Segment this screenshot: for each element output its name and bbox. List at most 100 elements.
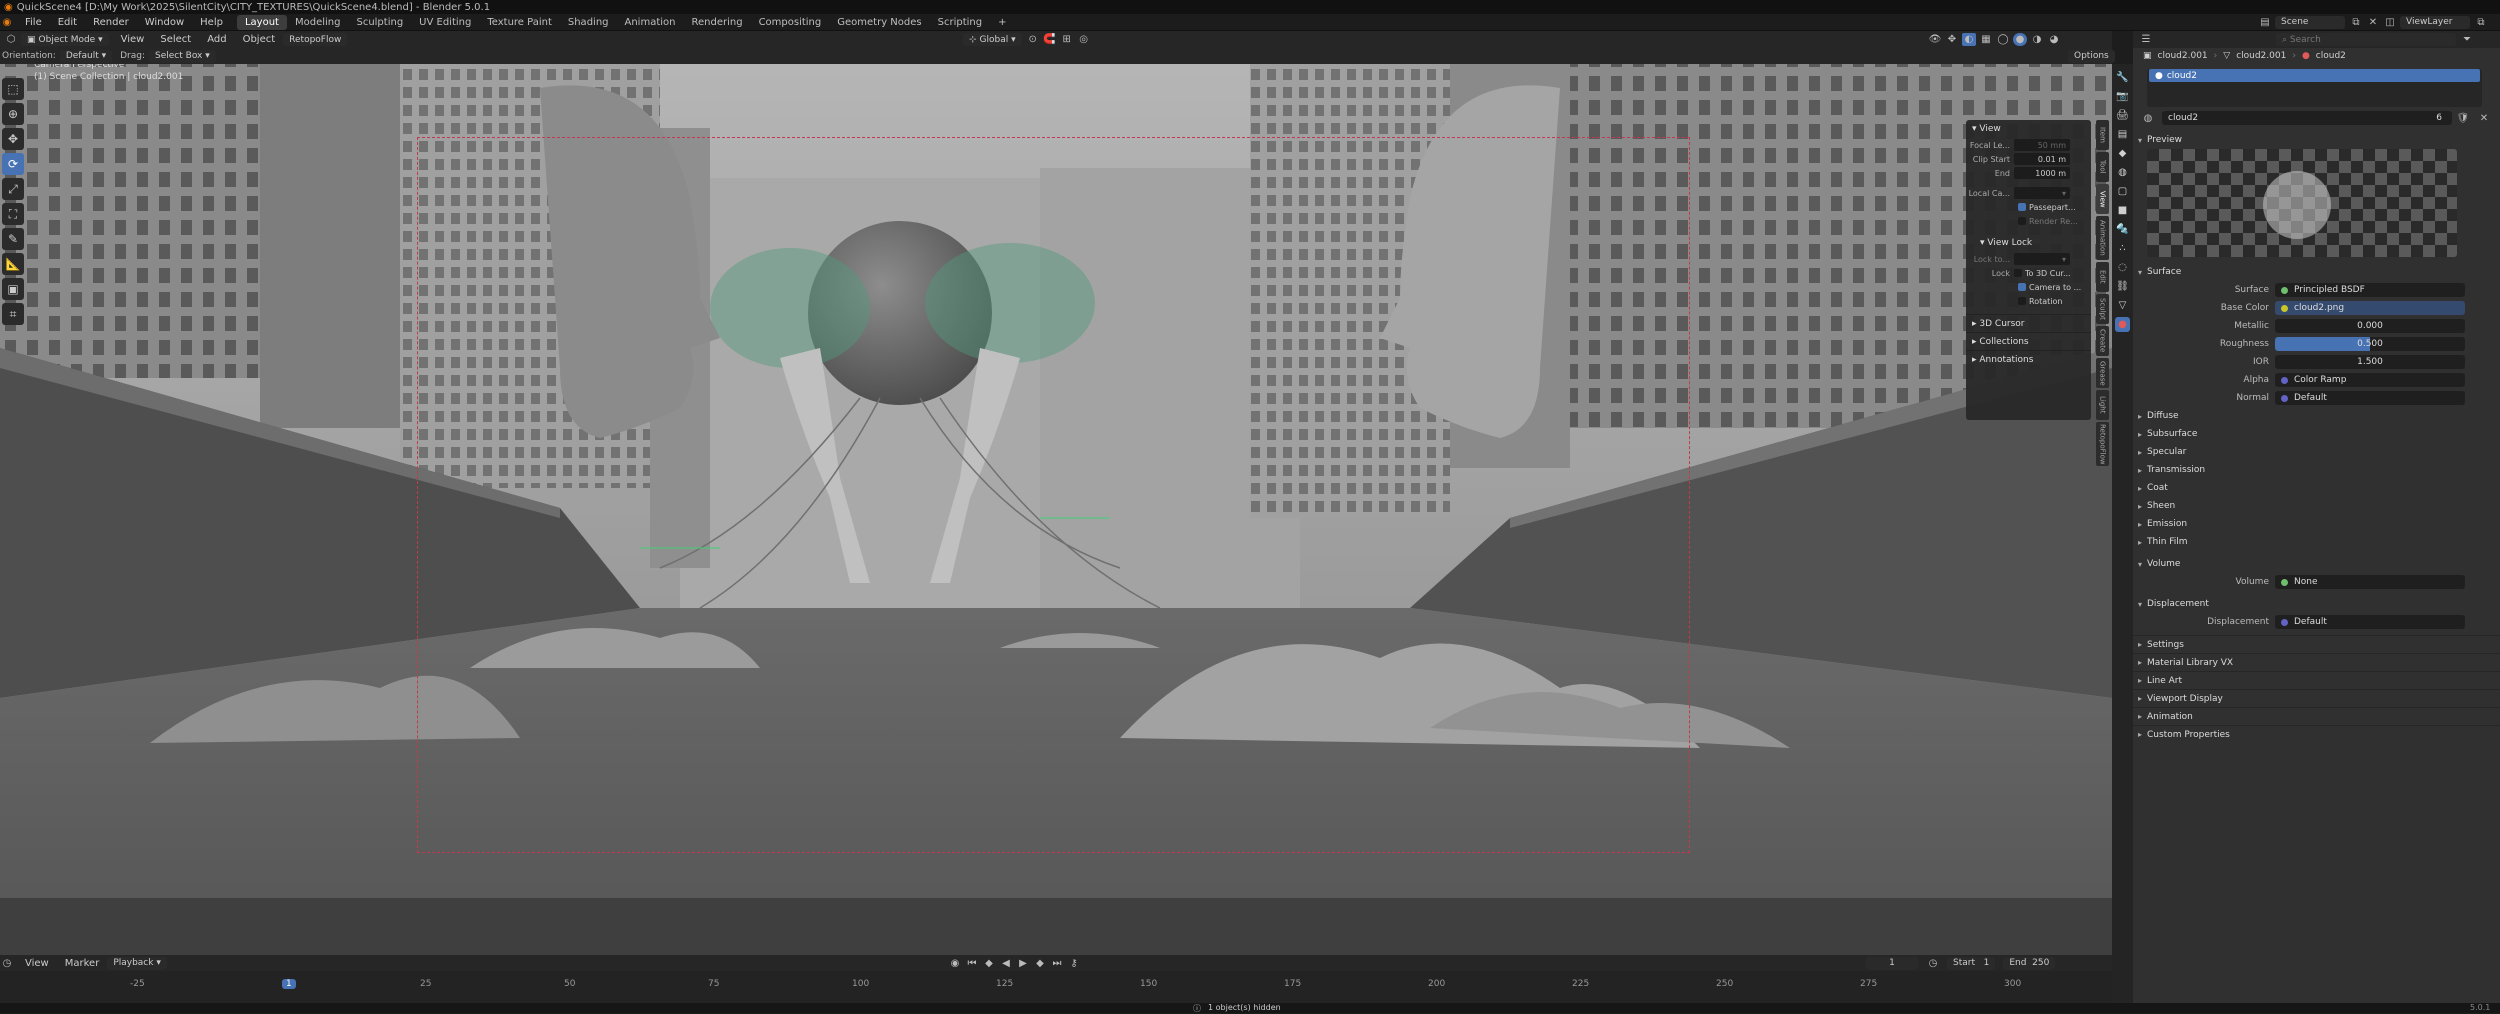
particles-props-icon[interactable]: ∴ <box>2115 241 2130 256</box>
next-keyframe-icon[interactable]: ◆ <box>1033 957 1047 970</box>
sidebar-tab-create[interactable]: Create <box>2096 326 2109 356</box>
sidebar-tab-animation[interactable]: Animation <box>2096 216 2109 260</box>
volume-field[interactable]: None <box>2275 575 2465 589</box>
volume-section[interactable]: Volume <box>2133 555 2500 573</box>
workspace-tab-compositing[interactable]: Compositing <box>751 15 830 30</box>
world-props-icon[interactable]: ◍ <box>2115 165 2130 180</box>
retopo-tool-icon[interactable]: ⌗ <box>2 303 24 325</box>
sidebar-tab-sculpt[interactable]: Sculpt <box>2096 294 2109 324</box>
surface-section[interactable]: Surface <box>2133 263 2500 281</box>
playhead-frame[interactable]: 1 <box>282 979 296 989</box>
new-scene-icon[interactable]: ⧉ <box>2349 16 2363 29</box>
shading-rendered-icon[interactable]: ◕ <box>2047 33 2061 46</box>
keying-set-icon[interactable]: ⚷ <box>1067 957 1081 970</box>
select-tool-icon[interactable]: ⬚ <box>2 78 24 100</box>
np-annotations-header[interactable]: ▸ Annotations <box>1966 350 2091 368</box>
prev-keyframe-icon[interactable]: ◆ <box>982 957 996 970</box>
auto-keying-icon[interactable]: ◉ <box>948 957 962 970</box>
current-frame-field[interactable]: 1 <box>1866 956 1918 970</box>
sidebar-tab-tool[interactable]: Tool <box>2096 152 2109 182</box>
section-settings[interactable]: Settings <box>2133 635 2500 653</box>
subpanel-subsurface[interactable]: Subsurface <box>2133 425 2500 443</box>
menu-window[interactable]: Window <box>137 17 192 28</box>
snap-target-icon[interactable]: ⊞ <box>1060 33 1074 46</box>
collection-props-icon[interactable]: ▢ <box>2115 184 2130 199</box>
constraint-props-icon[interactable]: ⛓ <box>2115 279 2130 294</box>
alpha-field[interactable]: Color Ramp <box>2275 373 2465 387</box>
subpanel-coat[interactable]: Coat <box>2133 479 2500 497</box>
workspace-tab-modeling[interactable]: Modeling <box>287 15 349 30</box>
subpanel-sheen[interactable]: Sheen <box>2133 497 2500 515</box>
fake-user-icon[interactable]: 🛡 <box>2456 112 2470 125</box>
pivot-point-icon[interactable]: ⊙ <box>1026 33 1040 46</box>
timeline-menu-marker[interactable]: Marker <box>57 958 108 969</box>
overlays-icon[interactable]: ◐ <box>1962 33 1976 46</box>
start-frame-field[interactable]: Start 1 <box>1947 956 1996 970</box>
playback-menu[interactable]: Playback ▾ <box>107 956 167 970</box>
workspace-tab-texture-paint[interactable]: Texture Paint <box>479 15 560 30</box>
3d-viewport[interactable]: Camera Perspective (1) Scene Collection … <box>0 48 2112 955</box>
editor-type-icon[interactable]: ☰ <box>2139 33 2153 46</box>
sidebar-tab-view[interactable]: View <box>2096 184 2109 214</box>
shading-material-icon[interactable]: ◑ <box>2030 33 2044 46</box>
section-line-art[interactable]: Line Art <box>2133 671 2500 689</box>
menu-render[interactable]: Render <box>85 17 137 28</box>
delete-scene-icon[interactable]: ✕ <box>2366 16 2380 29</box>
xray-icon[interactable]: ▦ <box>1979 33 1993 46</box>
np-view-header[interactable]: ▾ View <box>1966 120 2091 138</box>
subpanel-specular[interactable]: Specular <box>2133 443 2500 461</box>
subpanel-transmission[interactable]: Transmission <box>2133 461 2500 479</box>
play-reverse-icon[interactable]: ◀ <box>999 957 1013 970</box>
filter-icon[interactable]: ⏷ <box>2460 33 2474 46</box>
roughness-slider[interactable]: 0.500 <box>2275 337 2465 351</box>
workspace-tab-animation[interactable]: Animation <box>617 15 684 30</box>
browse-material-icon[interactable]: ◍ <box>2141 112 2155 125</box>
shading-wireframe-icon[interactable]: ◯ <box>1996 33 2010 46</box>
mode-selector[interactable]: ▣ Object Mode ▾ <box>21 33 109 46</box>
subpanel-diffuse[interactable]: Diffuse <box>2133 407 2500 425</box>
sidebar-tab-light[interactable]: Light <box>2096 390 2109 420</box>
section-material-library-vx[interactable]: Material Library VX <box>2133 653 2500 671</box>
ior-field[interactable]: 1.500 <box>2275 355 2465 369</box>
np-3d-cursor-header[interactable]: ▸ 3D Cursor <box>1966 314 2091 332</box>
add-workspace-icon[interactable]: + <box>990 15 1014 30</box>
displacement-section[interactable]: Displacement <box>2133 595 2500 613</box>
section-custom-properties[interactable]: Custom Properties <box>2133 725 2500 743</box>
options-button[interactable]: Options <box>2068 49 2115 63</box>
preview-range-icon[interactable]: ◷ <box>1926 957 1940 970</box>
unlink-material-icon[interactable]: ✕ <box>2477 112 2491 125</box>
material-slots-list[interactable]: ● cloud2 <box>2147 69 2482 107</box>
menu-file[interactable]: File <box>17 17 50 28</box>
section-viewport-display[interactable]: Viewport Display <box>2133 689 2500 707</box>
material-slot-row[interactable]: ● cloud2 <box>2149 69 2480 82</box>
passepartout-checkbox[interactable] <box>2018 203 2026 211</box>
visibility-icon[interactable]: 👁 <box>1928 33 1942 46</box>
object-props-icon[interactable]: ■ <box>2115 203 2130 218</box>
editor-type-3d-icon[interactable]: ⬡ <box>4 33 18 46</box>
local-camera-field[interactable]: ▾ <box>2014 187 2070 199</box>
outliner-search-field[interactable]: ⌕ Search <box>2276 33 2456 46</box>
normal-field[interactable]: Default <box>2275 391 2465 405</box>
menu-object[interactable]: Object <box>235 34 284 45</box>
surface-shader-field[interactable]: Principled BSDF <box>2275 283 2465 297</box>
menu-select[interactable]: Select <box>152 34 199 45</box>
displacement-field[interactable]: Default <box>2275 615 2465 629</box>
np-view-lock-header[interactable]: ▾ View Lock <box>1966 234 2091 252</box>
jump-end-icon[interactable]: ⏭ <box>1050 957 1064 970</box>
blender-menu-icon[interactable]: ◉ <box>0 16 14 29</box>
menu-help[interactable]: Help <box>192 17 231 28</box>
timeline-editor-icon[interactable]: ◷ <box>0 957 14 970</box>
camera-to-view-checkbox[interactable] <box>2018 283 2026 291</box>
measure-tool-icon[interactable]: 📐 <box>2 253 24 275</box>
tool-props-icon[interactable]: 🔧 <box>2115 70 2130 85</box>
workspace-tab-rendering[interactable]: Rendering <box>683 15 750 30</box>
subpanel-emission[interactable]: Emission <box>2133 515 2500 533</box>
cursor-tool-icon[interactable]: ⊕ <box>2 103 24 125</box>
workspace-tab-shading[interactable]: Shading <box>560 15 617 30</box>
transform-tool-icon[interactable]: ⛶ <box>2 203 24 225</box>
sidebar-tab-item[interactable]: Item <box>2096 120 2109 150</box>
metallic-field[interactable]: 0.000 <box>2275 319 2465 333</box>
proportional-editing-icon[interactable]: ◎ <box>1077 33 1091 46</box>
workspace-tab-scripting[interactable]: Scripting <box>930 15 990 30</box>
sidebar-tab-grease[interactable]: Grease <box>2096 358 2109 388</box>
